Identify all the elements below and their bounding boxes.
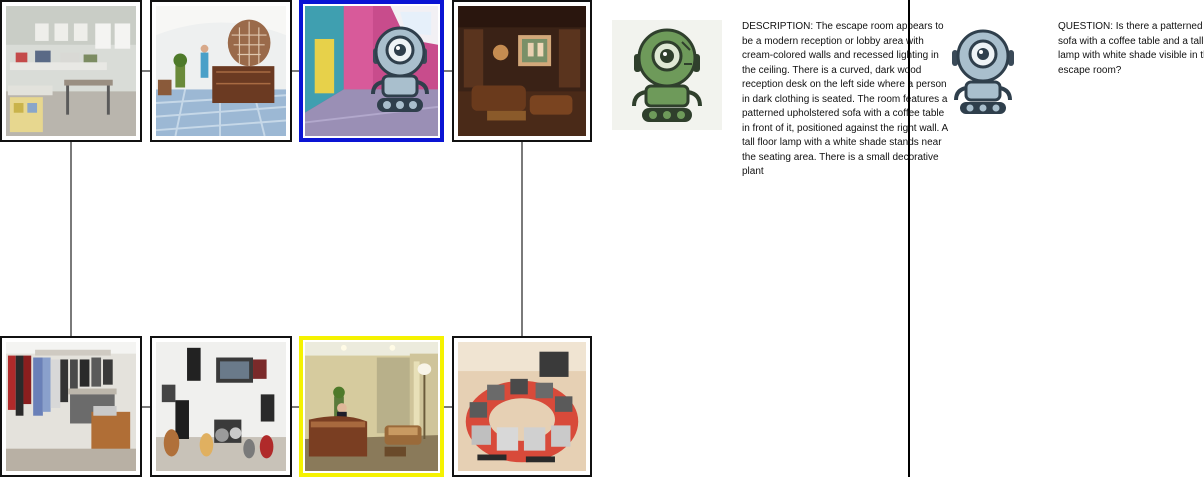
panel-divider: [908, 0, 910, 477]
room-tile-target-reception[interactable]: [299, 336, 444, 477]
room-description: DESCRIPTION: The escape room appears to …: [742, 21, 948, 177]
room-image: [305, 342, 438, 471]
blue-robot-icon: [371, 26, 429, 112]
blue-robot-icon: [952, 29, 1014, 114]
room-tile-clothing-closet[interactable]: [0, 336, 142, 477]
green-robot-icon: [632, 28, 702, 122]
room-tile-craft-workshop[interactable]: [0, 0, 142, 142]
room-image: [156, 6, 286, 136]
connector-line: [521, 142, 523, 336]
question-text: QUESTION: Is there a patterned sofa with…: [1058, 21, 1204, 76]
room-tile-music-studio[interactable]: [150, 336, 292, 477]
room-image: [6, 6, 136, 136]
room-tile-current-pink-room[interactable]: [299, 0, 444, 142]
room-image: [458, 6, 586, 136]
room-image: [6, 342, 136, 471]
room-tile-tiled-lobby[interactable]: [150, 0, 292, 142]
room-tile-computer-lab[interactable]: [452, 336, 592, 477]
room-tile-wood-theater[interactable]: [452, 0, 592, 142]
agent-avatar-card: [612, 20, 722, 130]
room-image: [458, 342, 586, 471]
connector-line: [70, 142, 72, 336]
room-image: [156, 342, 286, 471]
